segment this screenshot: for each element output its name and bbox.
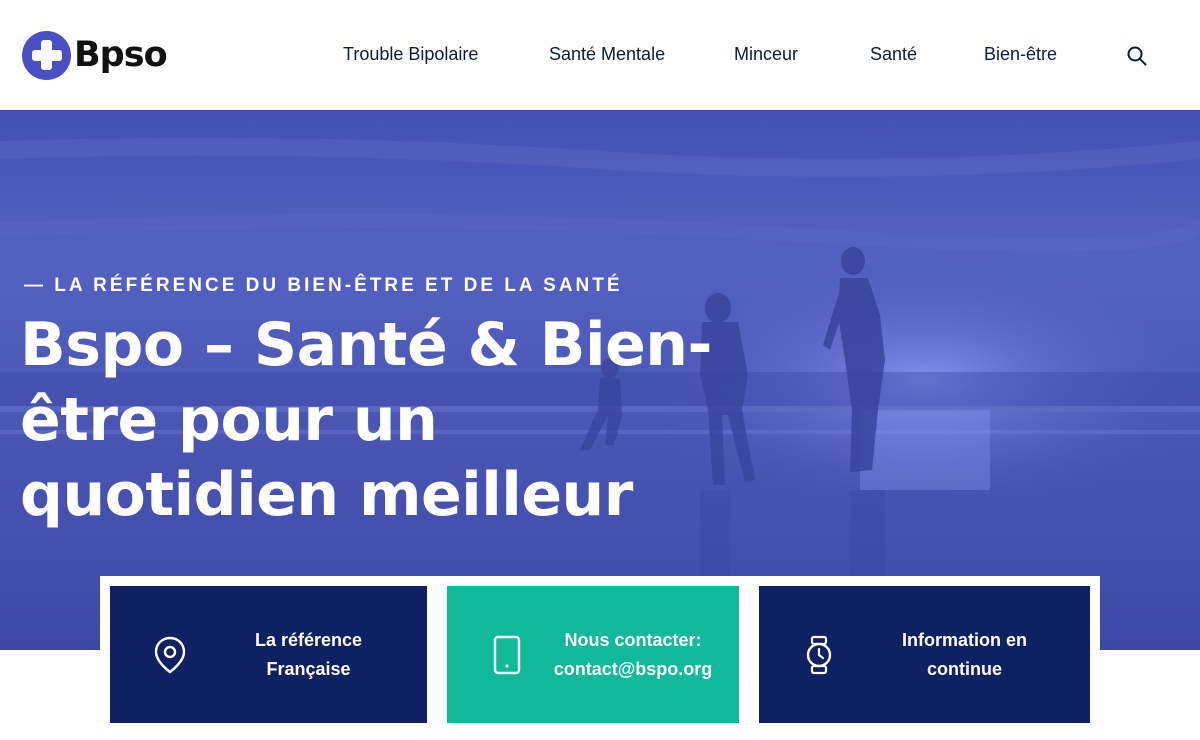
feature-line-2: Française (266, 658, 351, 679)
nav-item-bien-etre[interactable]: Bien-être (984, 44, 1057, 65)
feature-contact[interactable]: Nous contacter: contact@bspo.org (447, 586, 739, 723)
feature-line-1: La référence (254, 629, 363, 650)
feature-boxes: La référence Française Nous contacter: c… (100, 576, 1100, 740)
nav-item-minceur[interactable]: Minceur (734, 44, 798, 65)
map-pin-icon (154, 636, 186, 674)
contact-email-link[interactable]: contact@bspo.org (554, 655, 713, 684)
feature-line-1: Information en (902, 629, 1027, 650)
feature-line-2: continue (927, 658, 1002, 679)
nav-item-sante[interactable]: Santé (870, 44, 917, 65)
hero-title: Bspo – Santé & Bien-être pour un quotidi… (20, 310, 712, 530)
hero-banner: — LA RÉFÉRENCE DU BIEN-ÊTRE ET DE LA SAN… (0, 110, 1200, 650)
hero-kicker: — LA RÉFÉRENCE DU BIEN-ÊTRE ET DE LA SAN… (24, 275, 623, 296)
nav-item-sante-mentale[interactable]: Santé Mentale (549, 44, 665, 65)
search-icon[interactable] (1126, 45, 1148, 67)
nav-item-trouble-bipolaire[interactable]: Trouble Bipolaire (343, 44, 478, 65)
watch-icon (806, 635, 832, 675)
feature-line-1: Nous contacter: (564, 629, 702, 650)
site-header: Bpso Trouble Bipolaire Santé Mentale Min… (0, 0, 1200, 110)
tablet-icon (493, 635, 521, 675)
feature-reference-francaise[interactable]: La référence Française (110, 586, 427, 723)
main-nav: Trouble Bipolaire Santé Mentale Minceur … (0, 44, 1200, 68)
feature-information-continue[interactable]: Information en continue (759, 586, 1090, 723)
